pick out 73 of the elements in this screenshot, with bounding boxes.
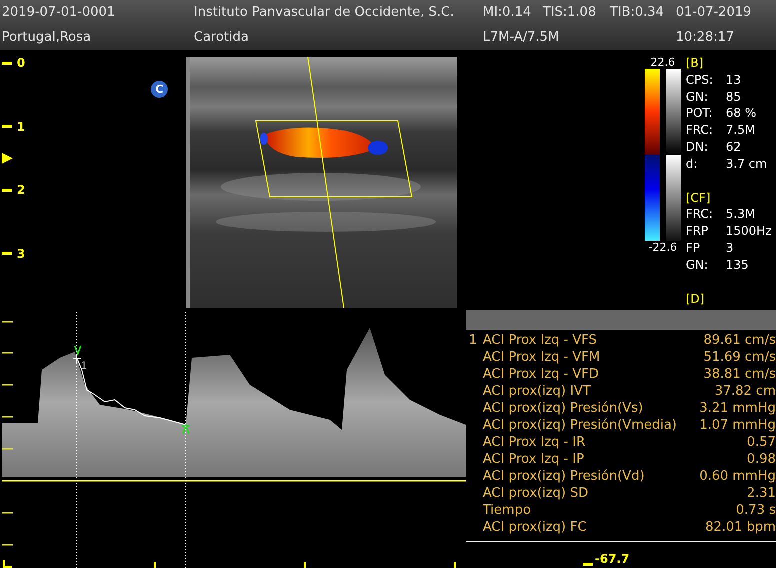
patient-id: 2019-07-01-0001 xyxy=(2,5,116,20)
parameter-label: CPS: xyxy=(686,72,714,89)
parameter-section-title: [D] xyxy=(686,290,706,308)
parameter-value: 3.7 cm xyxy=(726,156,768,173)
parameter-value: 3 xyxy=(726,240,734,257)
mi-value: MI:0.14 xyxy=(483,5,532,20)
parameter-value: 135 xyxy=(726,256,749,274)
measurement-value: 0.98 xyxy=(747,451,776,468)
focus-marker-icon xyxy=(2,152,13,164)
parameter-value: 1500Hz xyxy=(726,223,772,240)
measurement-value: 2.31 xyxy=(747,485,776,502)
parameter-label: FP xyxy=(686,240,702,257)
scale-value: -67.7 xyxy=(595,552,630,566)
measurement-value: 0.73 s xyxy=(736,502,776,519)
measurement-value: 89.61 cm/s xyxy=(704,332,776,349)
parameter-value: 13 xyxy=(726,72,742,89)
measurement-label: ACI prox(izq) IVT xyxy=(483,383,592,400)
velocity-max-label: 22.6 xyxy=(650,56,676,69)
depth-tick-icon xyxy=(2,62,12,64)
institution-name: Instituto Panvascular de Occidente, S.C. xyxy=(194,5,456,20)
measurement-value: 0.60 mmHg xyxy=(700,468,776,485)
tis-value: TIS:1.08 xyxy=(543,5,598,20)
parameter-value: 7.5M xyxy=(726,122,756,139)
exam-time: 10:28:17 xyxy=(676,30,736,45)
depth-tick-icon xyxy=(2,252,12,255)
exam-type: Carotida xyxy=(194,30,250,45)
measurement-value: 51.69 cm/s xyxy=(704,349,776,366)
parameter-label: POT: xyxy=(686,105,714,122)
parameter-value: 62 xyxy=(726,138,742,156)
measurement-label: ACI prox(izq) Presión(Vmedia) xyxy=(483,417,678,434)
parameter-label: FRC: xyxy=(686,122,714,139)
parameter-label: FRP xyxy=(686,223,710,240)
depth-label: 2 xyxy=(17,183,26,197)
depth-label: 1 xyxy=(17,120,26,134)
depth-tick-icon xyxy=(2,125,12,128)
measurement-label: Tiempo xyxy=(483,502,532,519)
measurement-index: 1 xyxy=(469,333,478,348)
parameter-label: FRC: xyxy=(686,206,714,224)
measurement-label: ACI Prox Izq - VFS xyxy=(483,332,598,349)
probe-name: L7M-A/7.5M xyxy=(483,30,560,45)
measurement-label: ACI Prox Izq - VFM xyxy=(483,349,602,366)
measurement-value: 37.82 cm xyxy=(714,383,776,400)
measurement-label: ACI Prox Izq - IR xyxy=(483,434,586,451)
parameter-label: DN: xyxy=(686,138,710,156)
exam-date: 01-07-2019 xyxy=(676,5,753,20)
patient-name: Portugal,Rosa xyxy=(2,30,92,45)
parameter-label: GN: xyxy=(686,256,710,274)
parameter-label: GN: xyxy=(686,88,710,106)
measurement-label: ACI Prox Izq - IP xyxy=(483,451,586,468)
parameter-value: 85 xyxy=(726,88,742,106)
depth-label: 0 xyxy=(17,56,26,70)
measurement-label: ACI Prox Izq - VFD xyxy=(483,366,600,383)
measurement-label: ACI prox(izq) Presión(Vs) xyxy=(483,400,644,417)
depth-tick-icon xyxy=(2,188,12,192)
measurement-value: 82.01 bpm xyxy=(705,519,776,536)
parameter-value: 5.3M xyxy=(726,206,756,224)
depth-label: 3 xyxy=(17,246,26,260)
measurement-value: 0.57 xyxy=(747,434,776,451)
measurement-value: 1.07 mmHg xyxy=(700,417,776,434)
parameter-section-title: [B] xyxy=(686,55,705,72)
measurement-value: 3.21 mmHg xyxy=(700,400,776,417)
measurement-label: ACI prox(izq) SD xyxy=(483,485,590,502)
color-mode-badge: C xyxy=(151,81,168,98)
cursor-label: 1 xyxy=(81,361,88,372)
parameter-value: 68 % xyxy=(726,105,756,122)
scale-tick-icon xyxy=(583,563,593,566)
measurement-label: ACI prox(izq) FC xyxy=(483,519,588,536)
tib-value: TIB:0.34 xyxy=(610,5,666,20)
measurement-label: ACI prox(izq) Presión(Vd) xyxy=(483,468,646,485)
parameter-label: d: xyxy=(686,156,699,173)
measurement-value: 38.81 cm/s xyxy=(704,366,776,383)
parameter-section-title: [CF] xyxy=(686,190,712,206)
velocity-min-label: -22.6 xyxy=(648,241,678,254)
